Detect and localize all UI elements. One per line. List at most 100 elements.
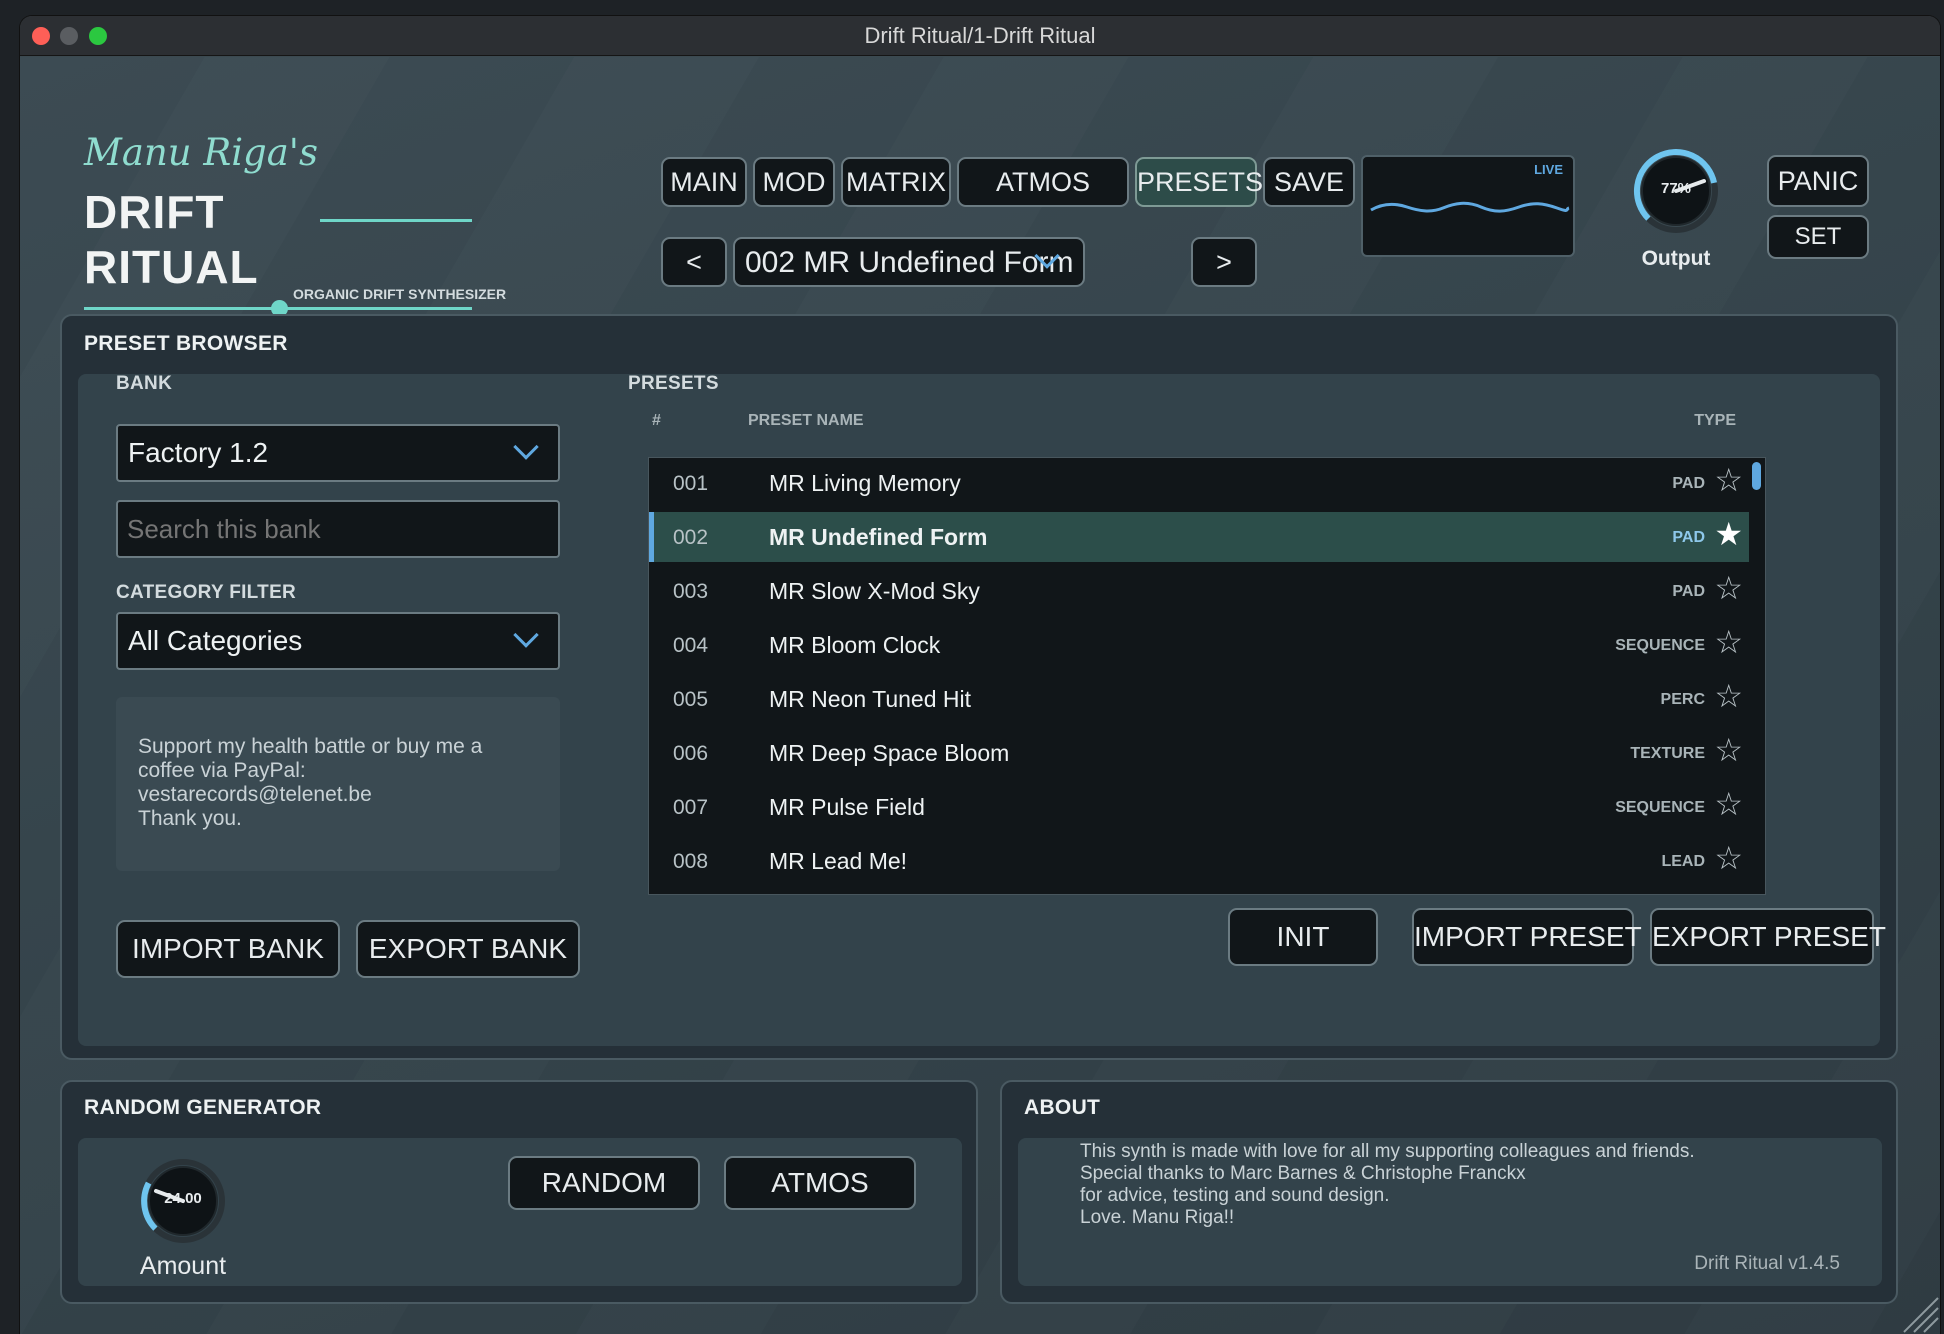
preset-number: 004 [673, 634, 709, 657]
import-bank-button[interactable]: IMPORT BANK [116, 920, 340, 978]
brand-name-line1: DRIFT [84, 186, 225, 238]
preset-selector-value: 002 MR Undefined Form [745, 246, 1074, 279]
preset-type: PAD [1672, 529, 1705, 546]
star-outline-icon[interactable]: ☆ [1714, 572, 1743, 604]
preset-number: 007 [673, 796, 709, 819]
output-label: Output [1641, 247, 1711, 270]
titlebar: Drift Ritual/1-Drift Ritual [20, 16, 1940, 56]
preset-name: MR Slow X-Mod Sky [769, 578, 980, 604]
preset-number: 005 [673, 688, 709, 711]
presets-label: PRESETS [628, 373, 719, 394]
preset-row[interactable]: 001 MR Living Memory PAD ☆ [649, 458, 1749, 508]
panic-button[interactable]: PANIC [1767, 155, 1869, 207]
about-text: This synth is made with love for all my … [1080, 1141, 1695, 1229]
support-box: Support my health battle or buy me a cof… [116, 697, 560, 871]
random-atmos-button[interactable]: ATMOS [724, 1156, 916, 1210]
preset-number: 001 [673, 472, 709, 495]
about-line: Love. Manu Riga!! [1080, 1207, 1235, 1228]
support-line: Thank you. [138, 807, 242, 830]
column-header-num: # [652, 412, 661, 429]
star-outline-icon[interactable]: ☆ [1714, 626, 1743, 658]
preset-type: TEXTURE [1630, 745, 1705, 762]
init-button[interactable]: INIT [1228, 908, 1378, 966]
bank-dropdown[interactable]: Factory 1.2 [116, 424, 560, 482]
prev-preset-button[interactable]: < [661, 237, 727, 287]
version-label: Drift Ritual v1.4.5 [1694, 1253, 1840, 1274]
brand-line-top [320, 219, 472, 222]
preset-type: PAD [1672, 475, 1705, 492]
support-text: Support my health battle or buy me a cof… [138, 735, 482, 831]
output-knob[interactable]: 77% [1632, 147, 1720, 235]
preset-number: 002 [673, 526, 709, 549]
category-value: All Categories [128, 625, 303, 656]
tab-mod[interactable]: MOD [753, 157, 835, 207]
preset-name: MR Deep Space Bloom [769, 740, 1010, 766]
preset-type: PERC [1660, 691, 1705, 708]
search-bank-input[interactable] [116, 500, 560, 558]
bank-label: BANK [116, 373, 173, 394]
scope-waveform-icon [1370, 201, 1570, 213]
preset-row[interactable]: 007 MR Pulse Field SEQUENCE ☆ [649, 782, 1749, 832]
column-header-name: PRESET NAME [748, 412, 864, 429]
plugin-window: Drift Ritual/1-Drift Ritual Manu Riga's … [20, 16, 1940, 1334]
preset-row-selected[interactable]: 002 MR Undefined Form PAD ★ [649, 512, 1749, 562]
next-preset-button[interactable]: > [1191, 237, 1257, 287]
preset-name: MR Neon Tuned Hit [769, 686, 971, 712]
preset-browser-title: PRESET BROWSER [84, 332, 288, 355]
preset-row[interactable]: 006 MR Deep Space Bloom TEXTURE ☆ [649, 728, 1749, 778]
tab-matrix[interactable]: MATRIX [841, 157, 951, 207]
column-header-type: TYPE [1694, 412, 1736, 429]
preset-row[interactable]: 004 MR Bloom Clock SEQUENCE ☆ [649, 620, 1749, 670]
preset-selector-dropdown[interactable]: 002 MR Undefined Form [733, 237, 1085, 287]
preset-type: LEAD [1661, 853, 1705, 870]
star-outline-icon[interactable]: ☆ [1714, 464, 1743, 496]
brand-name-line2: RITUAL [84, 241, 259, 293]
preset-number: 006 [673, 742, 709, 765]
amount-value: 24.00 [164, 1190, 202, 1207]
live-scope-display: LIVE [1361, 155, 1575, 257]
preset-name: MR Living Memory [769, 470, 961, 496]
preset-number: 003 [673, 580, 709, 603]
preset-name: MR Undefined Form [769, 524, 988, 550]
preset-row[interactable]: 003 MR Slow X-Mod Sky PAD ☆ [649, 566, 1749, 616]
tab-save[interactable]: SAVE [1263, 157, 1355, 207]
preset-name: MR Pulse Field [769, 794, 925, 820]
list-scrollbar-thumb[interactable] [1752, 462, 1761, 490]
category-dropdown[interactable]: All Categories [116, 612, 560, 670]
star-filled-icon[interactable]: ★ [1714, 518, 1743, 550]
support-line: coffee via PayPal: [138, 759, 306, 782]
star-outline-icon[interactable]: ☆ [1714, 788, 1743, 820]
tab-main[interactable]: MAIN [661, 157, 747, 207]
star-outline-icon[interactable]: ☆ [1714, 734, 1743, 766]
amount-knob[interactable]: 24.00 [139, 1157, 227, 1245]
import-preset-button[interactable]: IMPORT PRESET [1412, 908, 1642, 966]
amount-label: Amount [139, 1252, 227, 1280]
resize-grip-icon[interactable] [1900, 1294, 1940, 1334]
random-button[interactable]: RANDOM [508, 1156, 700, 1210]
export-bank-button[interactable]: EXPORT BANK [356, 920, 580, 978]
export-preset-button[interactable]: EXPORT PRESET [1650, 908, 1886, 966]
support-line: Support my health battle or buy me a [138, 735, 483, 758]
chevron-down-icon [513, 622, 539, 648]
preset-name: MR Bloom Clock [769, 632, 941, 658]
selected-marker [649, 512, 654, 562]
star-outline-icon[interactable]: ☆ [1714, 842, 1743, 874]
star-outline-icon[interactable]: ☆ [1714, 680, 1743, 712]
tab-atmos[interactable]: ATMOS [957, 157, 1129, 207]
random-generator-title: RANDOM GENERATOR [84, 1096, 322, 1119]
tab-presets[interactable]: PRESETS [1135, 157, 1263, 207]
brand-signature: Manu Riga's [84, 131, 318, 174]
preset-type: PAD [1672, 583, 1705, 600]
about-line: Special thanks to Marc Barnes & Christop… [1080, 1163, 1526, 1184]
preset-list: 001 MR Living Memory PAD ☆ 002 MR Undefi… [648, 457, 1766, 895]
preset-row[interactable]: 008 MR Lead Me! LEAD ☆ [649, 836, 1749, 886]
about-title: ABOUT [1024, 1096, 1101, 1119]
about-line: for advice, testing and sound design. [1080, 1185, 1390, 1206]
support-line: vestarecords@telenet.be [138, 783, 372, 806]
preset-row[interactable]: 005 MR Neon Tuned Hit PERC ☆ [649, 674, 1749, 724]
chevron-down-icon [513, 434, 539, 460]
preset-type: SEQUENCE [1615, 799, 1705, 816]
set-button[interactable]: SET [1767, 215, 1869, 259]
window-title: Drift Ritual/1-Drift Ritual [864, 23, 1096, 48]
category-filter-label: CATEGORY FILTER [116, 582, 297, 603]
